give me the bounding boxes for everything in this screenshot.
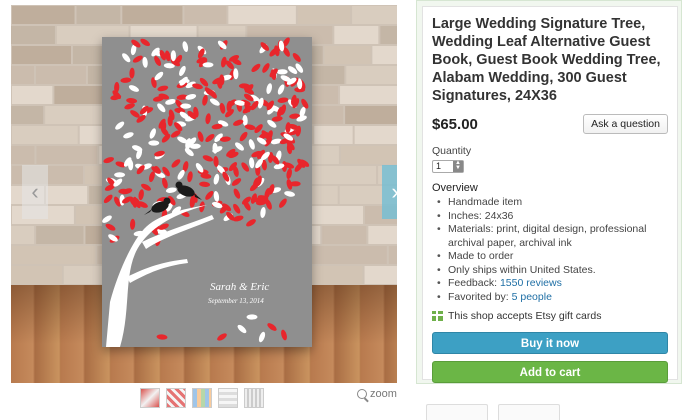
listing-page: Sarah & Eric September 13, 2014 ‹ › zoom… [0, 0, 700, 420]
gift-card-text: This shop accepts Etsy gift cards [448, 310, 602, 322]
listing-details: Large Wedding Signature Tree, Wedding Le… [422, 6, 678, 383]
price: $65.00 [432, 115, 478, 133]
thumbnail-2[interactable] [166, 388, 186, 408]
thumbnail-strip [140, 388, 264, 410]
overview-materials: Materials: print, digital design, profes… [432, 223, 668, 250]
add-to-cart-button[interactable]: Add to cart [432, 361, 668, 383]
quantity-select[interactable]: 1 ▲ ▼ [432, 160, 464, 173]
quantity-label: Quantity [432, 145, 472, 157]
lower-section-tabs [416, 400, 682, 420]
overview-heading: Overview [432, 182, 478, 194]
main-product-image[interactable]: Sarah & Eric September 13, 2014 ‹ › [11, 5, 397, 383]
feedback-reviews-link[interactable]: 1550 reviews [500, 277, 562, 289]
buy-it-now-button[interactable]: Buy it now [432, 332, 668, 354]
price-row: $65.00 Ask a question [432, 114, 668, 134]
thumbnail-4[interactable] [218, 388, 238, 408]
overview-handmade: Handmade item [432, 196, 668, 210]
listing-panel: Large Wedding Signature Tree, Wedding Le… [416, 0, 682, 384]
overview-size: Inches: 24x36 [432, 210, 668, 224]
favorited-people-link[interactable]: 5 people [512, 291, 552, 303]
overview-list: Handmade item Inches: 24x36 Materials: p… [432, 196, 668, 304]
lower-tab-1[interactable] [426, 404, 488, 420]
magnifier-icon [357, 389, 367, 399]
thumbnail-3[interactable] [192, 388, 212, 408]
zoom-label: zoom [370, 388, 397, 400]
overview-feedback: Feedback: 1550 reviews [432, 277, 668, 291]
select-arrows-icon: ▲ ▼ [453, 160, 463, 172]
thumbnail-5[interactable] [244, 388, 264, 408]
overview-shipping: Only ships within United States. [432, 264, 668, 278]
tree-illustration: Sarah & Eric September 13, 2014 [102, 37, 312, 347]
poster-date: September 13, 2014 [208, 297, 264, 305]
lower-tab-2[interactable] [498, 404, 560, 420]
ask-question-button[interactable]: Ask a question [583, 114, 668, 134]
overview-made-to-order: Made to order [432, 250, 668, 264]
signature-tree-poster: Sarah & Eric September 13, 2014 [102, 37, 312, 347]
next-image-button[interactable]: › [382, 165, 397, 219]
poster-names: Sarah & Eric [210, 281, 269, 293]
zoom-button[interactable]: zoom [357, 388, 397, 400]
gift-icon [432, 311, 443, 321]
thumbnail-1[interactable] [140, 388, 160, 408]
listing-title: Large Wedding Signature Tree, Wedding Le… [432, 16, 661, 104]
gift-card-notice: This shop accepts Etsy gift cards [432, 310, 668, 322]
previous-image-button[interactable]: ‹ [22, 165, 48, 219]
overview-favorited: Favorited by: 5 people [432, 291, 668, 305]
quantity-value: 1 [436, 161, 442, 171]
